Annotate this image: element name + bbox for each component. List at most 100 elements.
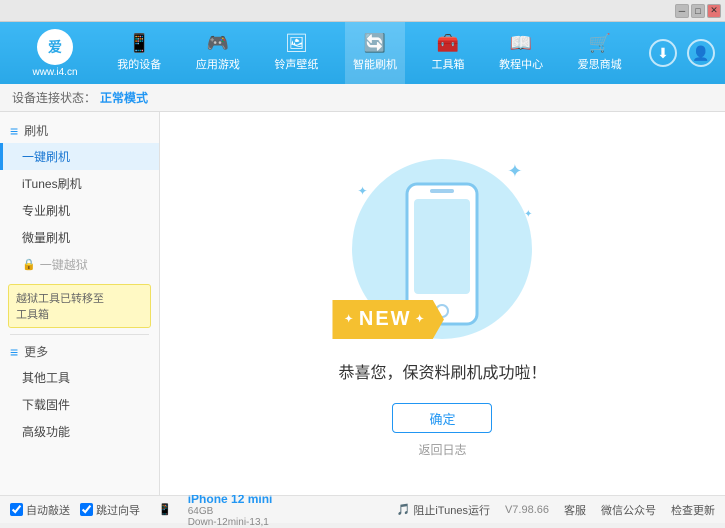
games-icon: 🎮: [207, 34, 229, 52]
bottom-left: 自动敲送 跳过向导 📱 iPhone 12 mini 64GB Down-12m…: [10, 492, 272, 528]
nav-apps-games[interactable]: 🎮 应用游戏: [188, 22, 248, 84]
status-bar: 设备连接状态： 正常模式: [0, 84, 725, 112]
update-link[interactable]: 检查更新: [671, 502, 715, 518]
store-icon: 🛒: [588, 34, 610, 52]
other-tools-label: 其他工具: [22, 371, 70, 385]
sidebar-item-jailbreak-locked: 🔒 一键越狱: [0, 251, 159, 278]
book-icon: 📖: [510, 34, 532, 52]
star-left-icon: ✦: [344, 314, 354, 325]
logo-text: www.i4.cn: [32, 67, 77, 78]
logo-area: 爱 www.i4.cn: [10, 29, 100, 78]
back-home-link[interactable]: 返回日志: [418, 441, 466, 458]
phone-illustration: ✦ ✦ ✦ ✦ NEW ✦: [342, 149, 542, 359]
sparkle-icon-1: ✦: [507, 161, 522, 182]
device-section: 📱 iPhone 12 mini 64GB Down-12mini-13,1: [158, 492, 272, 528]
logo-icon: 爱: [37, 29, 73, 65]
pro-flash-label: 专业刷机: [22, 204, 70, 218]
toolbox-icon: 🧰: [437, 34, 459, 52]
skip-wizard-label: 跳过向导: [96, 502, 140, 518]
itunes-icon: 🎵: [397, 503, 411, 516]
skip-wizard-input[interactable]: [80, 503, 93, 516]
new-badge-content: ✦ NEW ✦: [344, 308, 425, 331]
sparkle-icon-2: ✦: [357, 184, 367, 198]
itunes-status: 🎵 阻止iTunes运行: [397, 502, 490, 518]
bottom-right: 🎵 阻止iTunes运行 V7.98.66 客服 微信公众号 检查更新: [397, 502, 715, 518]
bottom-bar: 自动敲送 跳过向导 📱 iPhone 12 mini 64GB Down-12m…: [0, 495, 725, 523]
nav-flash-label: 智能刷机: [353, 56, 397, 72]
sidebar-item-pro-flash[interactable]: 专业刷机: [0, 197, 159, 224]
device-phone-icon: 📱: [158, 503, 172, 516]
more-section-icon: ≡: [10, 344, 18, 360]
sidebar-item-wipe-flash[interactable]: 微量刷机: [0, 224, 159, 251]
header: 爱 www.i4.cn 📱 我的设备 🎮 应用游戏 🖼 铃声壁纸 🔄 智能刷机 …: [0, 22, 725, 84]
service-link[interactable]: 客服: [564, 502, 586, 518]
auto-send-checkbox[interactable]: 自动敲送: [10, 502, 70, 518]
device-storage: 64GB: [188, 506, 273, 517]
nav-my-device[interactable]: 📱 我的设备: [109, 22, 169, 84]
nav-store-label: 爱思商城: [578, 56, 622, 72]
sidebar-item-advanced[interactable]: 高级功能: [0, 418, 159, 445]
maximize-button[interactable]: □: [691, 4, 705, 18]
window-controls: ─ □ ✕: [675, 4, 721, 18]
auto-send-input[interactable]: [10, 503, 23, 516]
lock-icon: 🔒: [22, 258, 36, 271]
sidebar-notice: 越狱工具已转移至工具箱: [8, 284, 151, 328]
flash-icon: 🔄: [364, 34, 386, 52]
status-label: 设备连接状态：: [12, 89, 96, 106]
main-layout: ≡ 刷机 一键刷机 iTunes刷机 专业刷机 微量刷机 🔒 一键越狱 越狱工具…: [0, 112, 725, 495]
wipe-flash-label: 微量刷机: [22, 231, 70, 245]
nav-bar: 📱 我的设备 🎮 应用游戏 🖼 铃声壁纸 🔄 智能刷机 🧰 工具箱 📖 教程中心…: [100, 22, 639, 84]
sidebar-section-more: ≡ 更多: [0, 339, 159, 364]
wechat-link[interactable]: 微信公众号: [601, 502, 656, 518]
sidebar: ≡ 刷机 一键刷机 iTunes刷机 专业刷机 微量刷机 🔒 一键越狱 越狱工具…: [0, 112, 160, 495]
sidebar-divider: [10, 334, 149, 335]
device-info: iPhone 12 mini 64GB Down-12mini-13,1: [188, 492, 273, 528]
new-badge-text: NEW: [359, 308, 412, 331]
itunes-status-label: 阻止iTunes运行: [413, 502, 490, 518]
title-bar: ─ □ ✕: [0, 0, 725, 22]
advanced-label: 高级功能: [22, 425, 70, 439]
header-right: ⬇ 👤: [649, 39, 715, 67]
nav-wallpaper[interactable]: 🖼 铃声壁纸: [266, 22, 326, 84]
skip-wizard-checkbox[interactable]: 跳过向导: [80, 502, 140, 518]
sidebar-section-flash: ≡ 刷机: [0, 116, 159, 143]
sparkle-icon-3: ✦: [524, 209, 532, 220]
close-button[interactable]: ✕: [707, 4, 721, 18]
device-model: Down-12mini-13,1: [188, 517, 273, 528]
star-right-icon: ✦: [416, 314, 426, 325]
nav-tutorial[interactable]: 📖 教程中心: [491, 22, 551, 84]
nav-wallpaper-label: 铃声壁纸: [274, 56, 318, 72]
status-value: 正常模式: [100, 89, 148, 106]
itunes-flash-label: iTunes刷机: [22, 177, 82, 191]
one-click-flash-label: 一键刷机: [22, 150, 70, 164]
user-button[interactable]: 👤: [687, 39, 715, 67]
minimize-button[interactable]: ─: [675, 4, 689, 18]
success-message: 恭喜您，保资料刷机成功啦！: [338, 359, 546, 383]
flash-section-icon: ≡: [10, 123, 18, 139]
nav-toolbox-label: 工具箱: [432, 56, 465, 72]
phone-icon: 📱: [128, 34, 150, 52]
sidebar-item-download-firmware[interactable]: 下载固件: [0, 391, 159, 418]
nav-smart-flash[interactable]: 🔄 智能刷机: [345, 22, 405, 84]
jailbreak-label: 一键越狱: [40, 256, 88, 273]
success-content: ✦ ✦ ✦ ✦ NEW ✦: [338, 149, 546, 458]
nav-toolbox[interactable]: 🧰 工具箱: [424, 22, 473, 84]
new-badge: ✦ NEW ✦: [332, 300, 443, 339]
download-button[interactable]: ⬇: [649, 39, 677, 67]
wallpaper-icon: 🖼: [285, 34, 308, 52]
notice-text: 越狱工具已转移至工具箱: [16, 293, 104, 321]
sidebar-item-itunes-flash[interactable]: iTunes刷机: [0, 170, 159, 197]
sidebar-item-one-click-flash[interactable]: 一键刷机: [0, 143, 159, 170]
nav-my-device-label: 我的设备: [117, 56, 161, 72]
content-area: ✦ ✦ ✦ ✦ NEW ✦: [160, 112, 725, 495]
nav-apps-label: 应用游戏: [196, 56, 240, 72]
sidebar-section-more-label: 更多: [24, 343, 48, 360]
download-firmware-label: 下载固件: [22, 398, 70, 412]
sidebar-section-flash-label: 刷机: [24, 122, 48, 139]
nav-store[interactable]: 🛒 爱思商城: [570, 22, 630, 84]
nav-tutorial-label: 教程中心: [499, 56, 543, 72]
version-label: V7.98.66: [505, 504, 549, 516]
sidebar-item-other-tools[interactable]: 其他工具: [0, 364, 159, 391]
auto-send-label: 自动敲送: [26, 502, 70, 518]
confirm-button[interactable]: 确定: [392, 403, 492, 433]
